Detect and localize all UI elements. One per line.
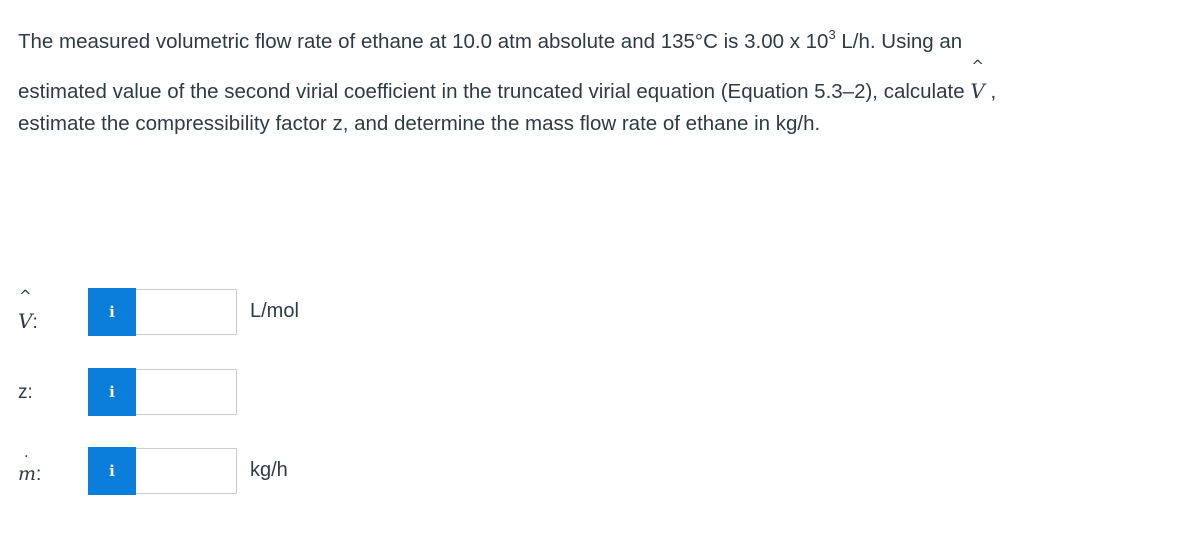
z-label: z: <box>18 382 33 403</box>
v-hat-label: ^ V: <box>18 287 38 333</box>
question-line-1: The measured volumetric flow rate of eth… <box>18 27 963 53</box>
info-icon[interactable]: i <box>88 288 136 336</box>
exponent: 3 <box>828 27 836 42</box>
v-hat-input[interactable] <box>136 289 237 335</box>
question-line-2: estimated value of the second virial coe… <box>18 57 997 103</box>
m-dot-unit: kg/h <box>250 459 288 481</box>
v-hat-unit: L/mol <box>250 300 299 322</box>
question-line-3: estimate the compressibility factor z, a… <box>18 112 821 135</box>
info-icon[interactable]: i <box>88 447 136 495</box>
m-dot-label: · m: <box>18 449 42 485</box>
answer-row-z: z: i <box>0 368 400 418</box>
answer-row-v-hat: ^ V: i L/mol <box>0 287 400 338</box>
z-input[interactable] <box>136 369 237 415</box>
v-hat-symbol: ^ V <box>970 57 985 103</box>
answer-row-m-dot: · m: i kg/h <box>0 447 400 497</box>
info-icon[interactable]: i <box>88 368 136 416</box>
m-dot-input[interactable] <box>136 448 237 494</box>
